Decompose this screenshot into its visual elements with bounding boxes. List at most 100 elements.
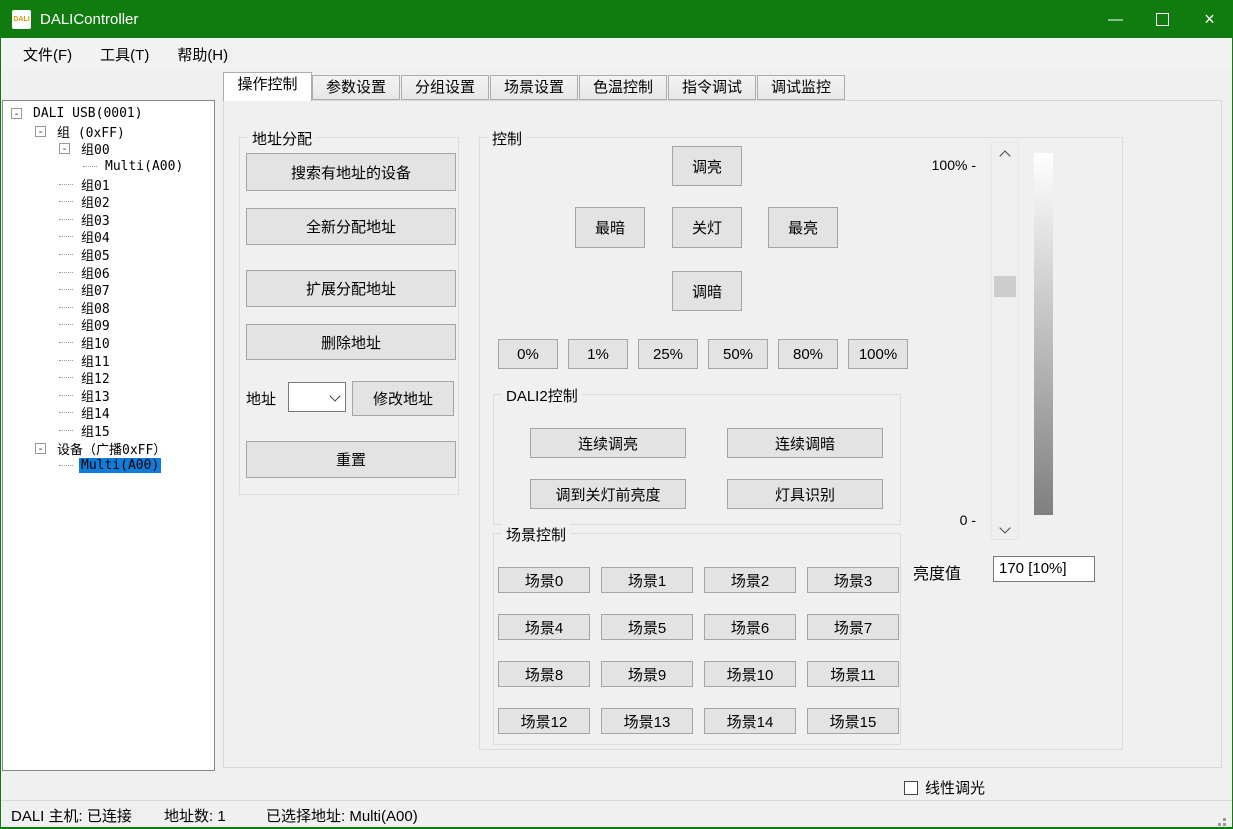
menu-item-help[interactable]: 帮助(H) — [167, 39, 238, 70]
menubar: 文件(F) 工具(T) 帮助(H) — [1, 38, 1232, 70]
tree-item[interactable]: 组11 — [3, 351, 214, 369]
collapse-icon[interactable]: - — [35, 126, 46, 137]
scrollbar-thumb[interactable] — [994, 276, 1016, 297]
tree-item[interactable]: 组06 — [3, 263, 214, 281]
search-addressed-devices-button[interactable]: 搜索有地址的设备 — [246, 153, 456, 191]
resize-grip-icon[interactable] — [1223, 818, 1226, 821]
scroll-up-button[interactable] — [992, 147, 1018, 164]
lamp-off-button[interactable]: 关灯 — [672, 207, 742, 248]
dim-up-button[interactable]: 调亮 — [672, 146, 742, 186]
tree-item[interactable]: 组01 — [3, 175, 214, 193]
scene-button-4[interactable]: 场景4 — [498, 614, 590, 640]
tab-command-debug[interactable]: 指令调试 — [668, 75, 756, 100]
scene-button-9[interactable]: 场景9 — [601, 661, 693, 687]
tree-item[interactable]: 组03 — [3, 211, 214, 229]
tree-item[interactable]: 组05 — [3, 246, 214, 264]
linear-dimming-label: 线性调光 — [925, 777, 985, 798]
tab-group-settings[interactable]: 分组设置 — [401, 75, 489, 100]
tree-item[interactable]: 组08 — [3, 299, 214, 317]
recall-last-level-button[interactable]: 调到关灯前亮度 — [530, 479, 686, 509]
scene-button-10[interactable]: 场景10 — [704, 661, 796, 687]
brightness-value-label: 亮度值 — [913, 560, 961, 584]
address-combobox[interactable] — [288, 382, 346, 412]
tree-connector — [59, 184, 73, 185]
scene-button-12[interactable]: 场景12 — [498, 708, 590, 734]
maximize-button[interactable] — [1139, 0, 1186, 38]
tab-operation-control[interactable]: 操作控制 — [223, 72, 312, 101]
tree-item[interactable]: Multi(A00) — [3, 457, 214, 475]
brightness-scrollbar[interactable] — [991, 142, 1019, 540]
tree-item[interactable]: -组 (0xFF) — [3, 123, 214, 141]
scene-button-6[interactable]: 场景6 — [704, 614, 796, 640]
scene-button-13[interactable]: 场景13 — [601, 708, 693, 734]
menu-item-tools[interactable]: 工具(T) — [90, 39, 159, 70]
scene-button-5[interactable]: 场景5 — [601, 614, 693, 640]
percent-button-0[interactable]: 0% — [498, 339, 558, 369]
min-brightness-button[interactable]: 最暗 — [575, 207, 645, 248]
tree-connector — [59, 412, 73, 413]
dim-down-button[interactable]: 调暗 — [672, 271, 742, 311]
device-tree[interactable]: -DALI USB(0001)-组 (0xFF)-组00Multi(A00)组0… — [2, 100, 215, 771]
scene-button-1[interactable]: 场景1 — [601, 567, 693, 593]
scene-button-0[interactable]: 场景0 — [498, 567, 590, 593]
tab-scene-settings[interactable]: 场景设置 — [490, 75, 578, 100]
extend-assign-address-button[interactable]: 扩展分配地址 — [246, 270, 456, 307]
tree-item-label: 组14 — [79, 403, 112, 422]
tree-item-label: 组13 — [79, 386, 112, 405]
linear-dimming-checkbox[interactable] — [904, 781, 918, 795]
scene-button-8[interactable]: 场景8 — [498, 661, 590, 687]
percent-button-80[interactable]: 80% — [778, 339, 838, 369]
collapse-icon[interactable]: - — [59, 143, 70, 154]
tree-item[interactable]: 组13 — [3, 387, 214, 405]
collapse-icon[interactable]: - — [35, 443, 46, 454]
percent-button-25[interactable]: 25% — [638, 339, 698, 369]
delete-address-button[interactable]: 删除地址 — [246, 324, 456, 360]
tree-item[interactable]: 组09 — [3, 316, 214, 334]
scene-button-7[interactable]: 场景7 — [807, 614, 899, 640]
lamp-identify-button[interactable]: 灯具识别 — [727, 479, 883, 509]
collapse-icon[interactable]: - — [11, 108, 22, 119]
percent-button-50[interactable]: 50% — [708, 339, 768, 369]
scene-button-3[interactable]: 场景3 — [807, 567, 899, 593]
tree-item[interactable]: 组10 — [3, 334, 214, 352]
scene-button-grid: 场景0 场景1 场景2 场景3 场景4 场景5 场景6 场景7 场景8 场景9 场景10 场景11 场景… — [498, 567, 899, 734]
tree-item[interactable]: 组14 — [3, 404, 214, 422]
tab-debug-monitor[interactable]: 调试监控 — [757, 75, 845, 100]
scene-button-15[interactable]: 场景15 — [807, 708, 899, 734]
tree-item[interactable]: 组02 — [3, 193, 214, 211]
tree-connector — [59, 377, 73, 378]
minimize-button[interactable]: — — [1092, 0, 1139, 38]
tree-connector — [59, 201, 73, 202]
chevron-up-icon — [999, 150, 1010, 161]
scene-button-11[interactable]: 场景11 — [807, 661, 899, 687]
tree-item-label: DALI USB(0001) — [31, 106, 145, 121]
titlebar: DALI DALIController — × — [0, 0, 1233, 38]
scroll-down-button[interactable] — [992, 520, 1018, 537]
percent-button-1[interactable]: 1% — [568, 339, 628, 369]
modify-address-button[interactable]: 修改地址 — [352, 381, 454, 416]
assign-new-address-button[interactable]: 全新分配地址 — [246, 208, 456, 245]
tree-item[interactable]: -DALI USB(0001) — [3, 105, 214, 123]
tree-item[interactable]: 组04 — [3, 228, 214, 246]
tab-parameter-settings[interactable]: 参数设置 — [312, 75, 400, 100]
tab-color-temperature-control[interactable]: 色温控制 — [579, 75, 667, 100]
reset-button[interactable]: 重置 — [246, 441, 456, 478]
tree-item-label: 组05 — [79, 245, 112, 264]
close-button[interactable]: × — [1186, 0, 1233, 38]
status-address-count: 地址数: 1 — [164, 805, 226, 826]
continuous-dim-down-button[interactable]: 连续调暗 — [727, 428, 883, 458]
percent-button-100[interactable]: 100% — [848, 339, 908, 369]
app-icon: DALI — [12, 10, 31, 29]
tree-item[interactable]: Multi(A00) — [3, 158, 214, 176]
tree-item[interactable]: 组07 — [3, 281, 214, 299]
scene-button-2[interactable]: 场景2 — [704, 567, 796, 593]
max-brightness-button[interactable]: 最亮 — [768, 207, 838, 248]
tree-item[interactable]: 组15 — [3, 422, 214, 440]
scene-button-14[interactable]: 场景14 — [704, 708, 796, 734]
tree-item[interactable]: -设备（广播0xFF） — [3, 439, 214, 457]
tree-item[interactable]: -组00 — [3, 140, 214, 158]
brightness-value-input[interactable]: 170 [10%] — [993, 556, 1095, 582]
continuous-dim-up-button[interactable]: 连续调亮 — [530, 428, 686, 458]
tree-item[interactable]: 组12 — [3, 369, 214, 387]
menu-item-file[interactable]: 文件(F) — [13, 39, 82, 70]
